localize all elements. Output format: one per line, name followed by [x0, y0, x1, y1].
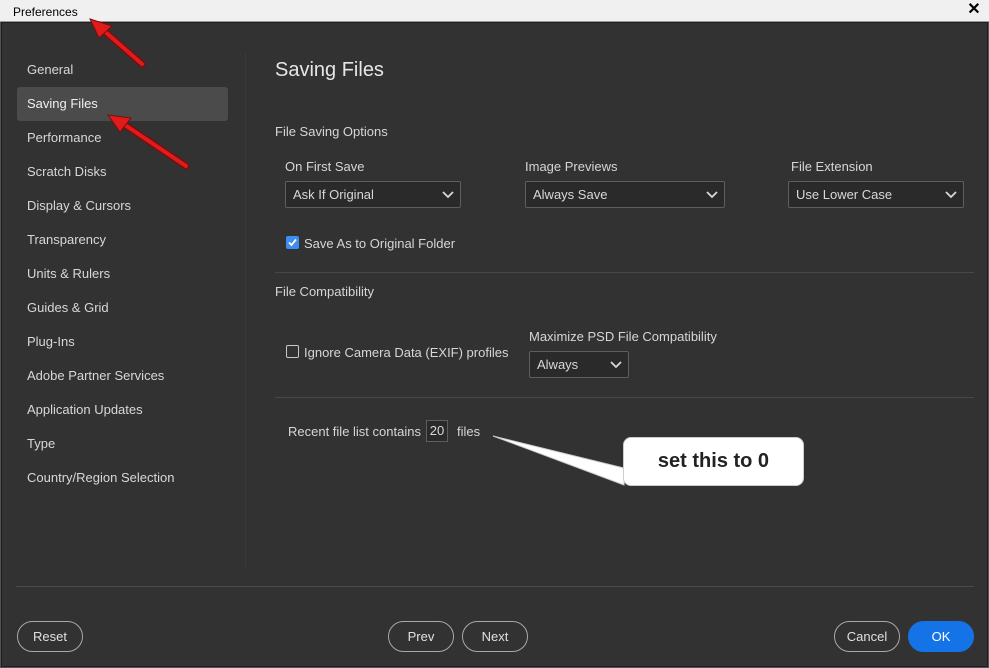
- recent-files-suffix: files: [457, 424, 481, 439]
- sidebar-item-country-region[interactable]: Country/Region Selection: [17, 461, 228, 495]
- sidebar-item-guides-grid[interactable]: Guides & Grid: [17, 291, 228, 325]
- maximize-psd-select[interactable]: Always: [529, 351, 629, 378]
- ignore-exif-label[interactable]: Ignore Camera Data (EXIF) profiles: [304, 345, 508, 360]
- checkmark-icon: [288, 238, 297, 247]
- sidebar-item-type[interactable]: Type: [17, 427, 228, 461]
- next-button[interactable]: Next: [462, 621, 528, 652]
- cancel-button[interactable]: Cancel: [834, 621, 900, 652]
- window-title: Preferences: [13, 5, 78, 19]
- chevron-down-icon: [610, 361, 622, 369]
- close-icon[interactable]: ✕: [965, 1, 983, 19]
- recent-files-prefix: Recent file list contains: [288, 424, 421, 439]
- section-separator: [275, 397, 974, 398]
- on-first-save-value: Ask If Original: [293, 187, 374, 202]
- image-previews-select[interactable]: Always Save: [525, 181, 725, 208]
- maximize-psd-label: Maximize PSD File Compatibility: [529, 329, 717, 344]
- on-first-save-select[interactable]: Ask If Original: [285, 181, 461, 208]
- section-separator: [275, 272, 974, 273]
- main-panel: Saving Files File Saving Options On Firs…: [275, 23, 975, 583]
- save-as-original-checkbox[interactable]: [286, 236, 299, 249]
- sidebar-item-adobe-partner-services[interactable]: Adobe Partner Services: [17, 359, 228, 393]
- file-extension-value: Use Lower Case: [796, 187, 893, 202]
- page-title: Saving Files: [275, 59, 384, 81]
- save-as-original-label[interactable]: Save As to Original Folder: [304, 236, 455, 251]
- preferences-dialog: General Saving Files Performance Scratch…: [1, 22, 988, 667]
- file-extension-select[interactable]: Use Lower Case: [788, 181, 964, 208]
- title-bar: Preferences ✕: [0, 0, 989, 22]
- image-previews-label: Image Previews: [525, 159, 618, 174]
- sidebar-item-plug-ins[interactable]: Plug-Ins: [17, 325, 228, 359]
- file-saving-options-heading: File Saving Options: [275, 124, 388, 139]
- reset-button[interactable]: Reset: [17, 621, 83, 652]
- sidebar-item-display-cursors[interactable]: Display & Cursors: [17, 189, 228, 223]
- ignore-exif-checkbox[interactable]: [286, 345, 299, 358]
- recent-files-count-input[interactable]: 20: [426, 420, 448, 442]
- sidebar-item-application-updates[interactable]: Application Updates: [17, 393, 228, 427]
- sidebar-item-units-rulers[interactable]: Units & Rulers: [17, 257, 228, 291]
- chevron-down-icon: [706, 191, 718, 199]
- sidebar-item-general[interactable]: General: [17, 53, 228, 87]
- sidebar-item-saving-files[interactable]: Saving Files: [17, 87, 228, 121]
- sidebar: General Saving Files Performance Scratch…: [17, 53, 228, 495]
- maximize-psd-value: Always: [537, 357, 579, 372]
- vertical-divider: [245, 53, 246, 566]
- ok-button[interactable]: OK: [908, 621, 974, 652]
- sidebar-item-scratch-disks[interactable]: Scratch Disks: [17, 155, 228, 189]
- prev-button-label: Prev: [407, 629, 435, 644]
- footer-divider: [16, 586, 974, 587]
- file-extension-label: File Extension: [791, 159, 873, 174]
- chevron-down-icon: [945, 191, 957, 199]
- file-compatibility-heading: File Compatibility: [275, 284, 374, 299]
- sidebar-item-performance[interactable]: Performance: [17, 121, 228, 155]
- annotation-callout: set this to 0: [623, 437, 804, 486]
- prev-button[interactable]: Prev: [388, 621, 454, 652]
- image-previews-value: Always Save: [533, 187, 608, 202]
- on-first-save-label: On First Save: [285, 159, 365, 174]
- next-button-label: Next: [481, 629, 509, 644]
- chevron-down-icon: [442, 191, 454, 199]
- sidebar-item-transparency[interactable]: Transparency: [17, 223, 228, 257]
